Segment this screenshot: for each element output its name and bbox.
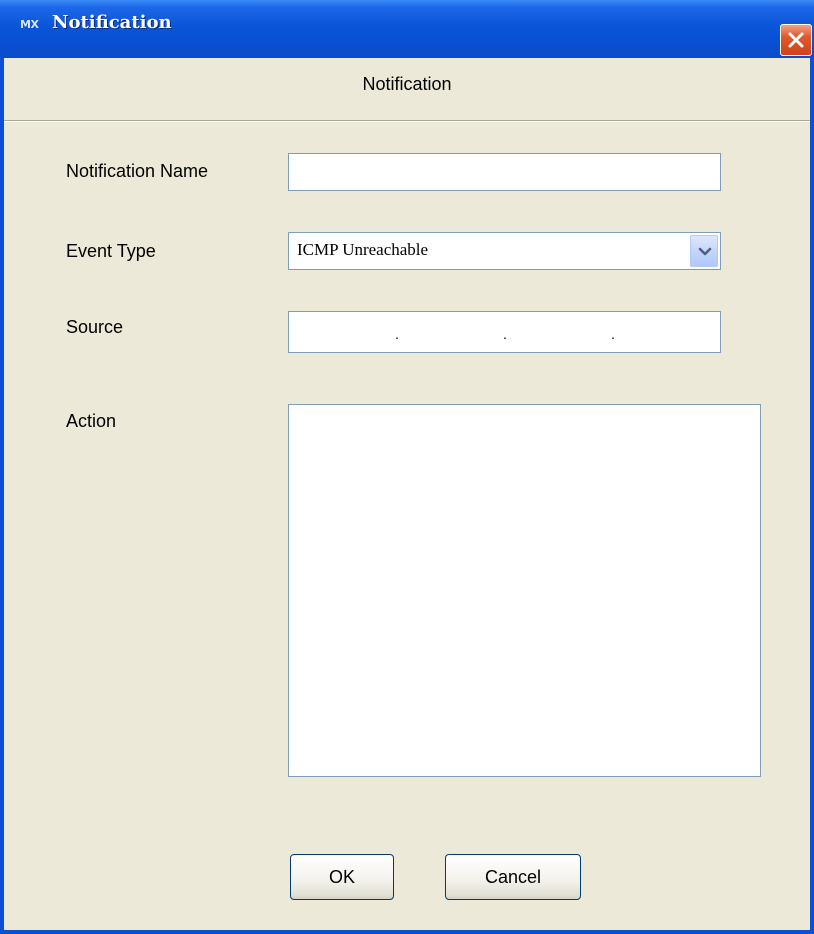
- event-type-dropdown-button[interactable]: [690, 235, 718, 267]
- close-icon: [788, 32, 804, 48]
- event-type-select[interactable]: ICMP Unreachable: [288, 232, 721, 270]
- ip-separator: .: [395, 326, 399, 342]
- action-textarea[interactable]: [288, 404, 761, 777]
- event-type-selected-value: ICMP Unreachable: [297, 240, 429, 259]
- ip-separator: .: [503, 326, 507, 342]
- ip-separator: .: [611, 326, 615, 342]
- notification-name-input[interactable]: [289, 154, 720, 190]
- ok-button[interactable]: OK: [290, 854, 394, 900]
- event-type-label: Event Type: [66, 241, 156, 261]
- notification-dialog: MX Notification Notification Notificatio…: [0, 0, 814, 934]
- notification-name-label: Notification Name: [66, 161, 209, 181]
- ok-button-label: OK: [328, 867, 355, 887]
- heading-divider: [4, 120, 810, 122]
- cancel-button[interactable]: Cancel: [445, 854, 581, 900]
- dialog-body: Notification Notification Name Event Typ…: [4, 58, 810, 930]
- action-label: Action: [66, 411, 117, 431]
- window-title: Notification: [52, 12, 172, 33]
- close-button[interactable]: [780, 24, 812, 56]
- notification-name-field[interactable]: [288, 153, 721, 191]
- source-label: Source: [66, 317, 124, 337]
- dialog-heading: Notification: [362, 74, 452, 94]
- title-bar[interactable]: MX Notification: [0, 0, 814, 58]
- chevron-down-icon: [698, 247, 712, 256]
- cancel-button-label: Cancel: [484, 867, 542, 887]
- source-ip-field[interactable]: . . .: [288, 311, 721, 353]
- app-logo-icon: MX: [20, 18, 39, 31]
